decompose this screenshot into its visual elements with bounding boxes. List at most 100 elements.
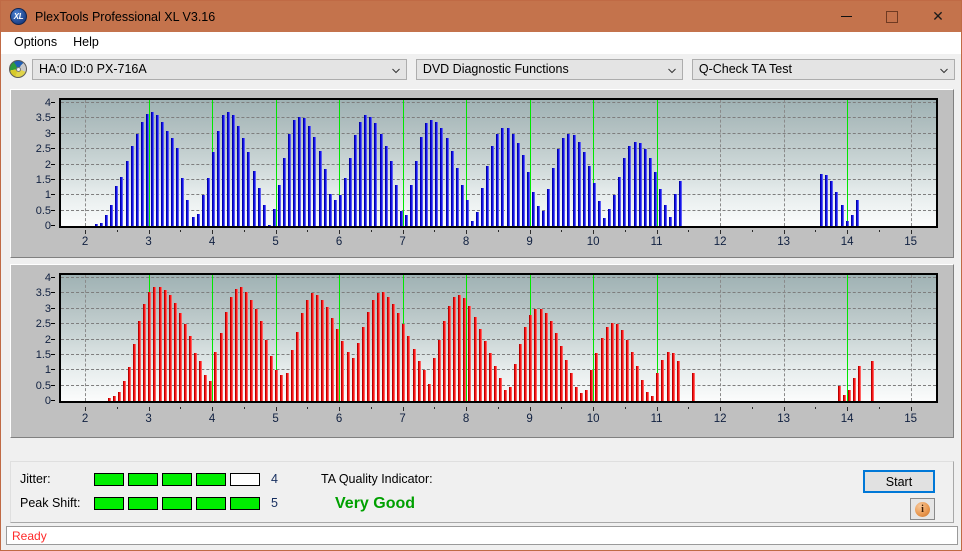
chart-bar (283, 158, 286, 226)
chart-bar (196, 213, 200, 226)
meter-cell (162, 496, 192, 510)
chart-bar (516, 143, 520, 226)
jitter-row: Jitter: 4 (20, 472, 278, 486)
chart-bar (501, 127, 505, 226)
x-axis-tick-label: 15 (904, 413, 917, 425)
x-axis-minor-tick (370, 407, 372, 409)
chart-bar (366, 311, 370, 401)
chevron-down-icon (940, 67, 948, 75)
chart-bar (112, 396, 116, 401)
chart-bar (628, 146, 632, 226)
chart-bar (437, 339, 441, 401)
y-axis-tick-mark (51, 194, 55, 196)
x-axis-minor-tick (751, 407, 753, 409)
y-axis-tick-mark (51, 292, 55, 294)
chart-bar (663, 204, 667, 226)
x-axis-tick-label: 7 (399, 236, 406, 248)
chart-bar (427, 384, 431, 401)
x-axis-tick-label: 2 (81, 236, 89, 248)
chart-bar (570, 373, 574, 401)
x-axis-tick-mark (593, 407, 595, 411)
x-axis-tick-label: 2 (81, 413, 89, 425)
chart-bar (349, 158, 353, 226)
chart-bar (503, 390, 507, 401)
chart-bar (415, 161, 419, 226)
x-axis-tick-label: 8 (462, 413, 470, 425)
chart-bar (871, 361, 874, 401)
chart-bar (820, 173, 824, 226)
test-select-value: Q-Check TA Test (698, 62, 792, 76)
chart-bar (270, 356, 274, 401)
menu-item-help[interactable]: Help (66, 33, 108, 52)
x-axis-tick-mark (212, 230, 214, 234)
chart-bar (618, 176, 622, 226)
chart-bar (488, 353, 492, 401)
x-axis-tick-mark (656, 230, 658, 234)
status-bar: Ready (6, 526, 958, 545)
chart-bar (858, 365, 862, 401)
chart-bar (648, 158, 652, 226)
x-axis-tick-mark (275, 230, 277, 234)
close-button[interactable]: ✕ (915, 1, 961, 32)
x-axis-tick-label: 3 (145, 236, 152, 248)
x-axis-tick-mark (847, 230, 849, 234)
chart-bar (156, 115, 160, 226)
chart-bar (597, 201, 601, 226)
chart-bar (468, 305, 472, 401)
y-axis-tick-label: 2.5 (35, 143, 51, 156)
x-axis-minor-tick (370, 230, 372, 232)
drive-select[interactable]: HA:0 ID:0 PX-716A (32, 58, 407, 80)
chart-bar (506, 127, 510, 226)
chart-bar (554, 333, 558, 401)
x-axis-tick-mark (339, 407, 341, 411)
chart-bar (496, 133, 500, 226)
chart-bar (397, 313, 401, 401)
info-button[interactable]: i (910, 498, 935, 520)
x-axis-tick-label: 5 (272, 413, 279, 425)
chart-bar (587, 166, 591, 226)
meter-cell (94, 496, 124, 510)
chart-bar (107, 397, 111, 401)
chart-bar (140, 121, 144, 226)
start-button[interactable]: Start (863, 470, 935, 493)
chart-bar (605, 327, 609, 401)
x-axis-tick-mark (466, 407, 468, 411)
chart-bar (189, 336, 193, 401)
y-axis-tick-label: 3 (44, 127, 51, 140)
test-select[interactable]: Q-Check TA Test (691, 58, 955, 80)
chart-bar (610, 322, 614, 401)
chart-bar (450, 150, 454, 226)
minimize-button[interactable] (823, 1, 869, 32)
chart-bar (133, 344, 137, 401)
chart-bar (120, 176, 124, 226)
chart-bar (410, 184, 413, 226)
maximize-button[interactable] (869, 1, 915, 32)
x-axis-tick-label: 13 (777, 236, 790, 248)
jitter-meter (94, 472, 260, 486)
chart-bar (460, 184, 464, 226)
chart-bar (361, 327, 365, 401)
y-axis-tick-label: 1.5 (35, 173, 51, 186)
chart-bar (153, 287, 157, 401)
x-axis-tick-label: 9 (526, 236, 533, 248)
chart-bar (638, 143, 642, 226)
chart-bar (585, 390, 589, 401)
chart-bar (346, 351, 350, 401)
chart-bar (537, 206, 540, 226)
meter-cell (230, 472, 260, 486)
x-axis-minor-tick (243, 230, 245, 232)
chart-bar (524, 327, 528, 401)
chart-bar (653, 172, 657, 226)
chart-bar (260, 321, 264, 401)
chart-bar (145, 113, 149, 226)
chart-bar (341, 341, 345, 401)
chart-bar (265, 339, 269, 401)
y-axis-tick-mark (51, 225, 55, 226)
menu-item-options[interactable]: Options (7, 33, 66, 52)
x-axis-minor-tick (434, 407, 436, 409)
chart-bar (651, 396, 655, 401)
meter-cell (162, 472, 192, 486)
function-select[interactable]: DVD Diagnostic Functions (415, 58, 683, 80)
chart-bar (491, 146, 495, 226)
x-axis-tick-label: 6 (335, 413, 343, 425)
